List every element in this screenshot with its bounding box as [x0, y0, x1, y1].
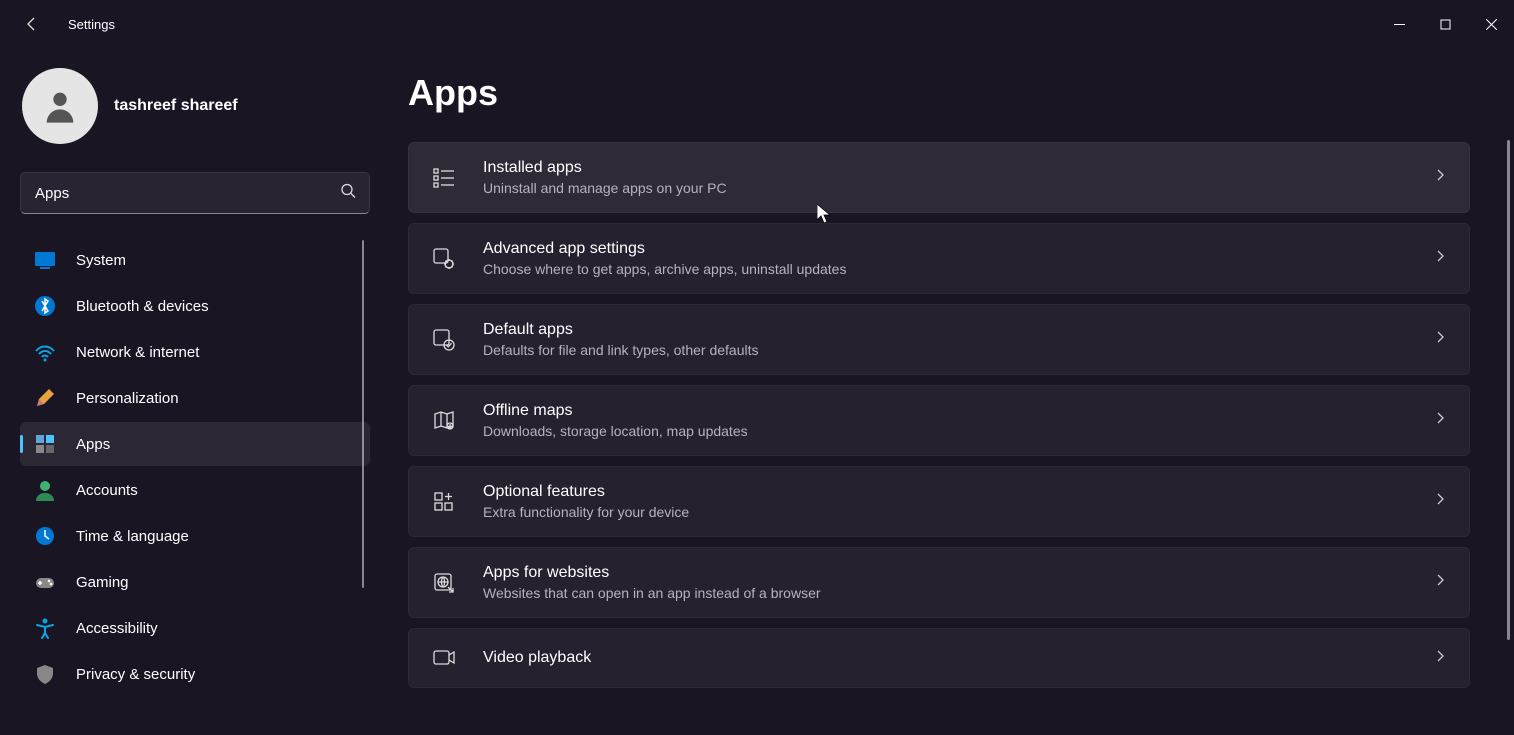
- sidebar: tashreef shareef System Bluetooth & devic…: [0, 48, 380, 735]
- card-text: Installed apps Uninstall and manage apps …: [483, 159, 1407, 196]
- bluetooth-icon: [34, 295, 56, 317]
- card-advanced[interactable]: Advanced app settings Choose where to get…: [408, 223, 1470, 294]
- accounts-icon: [34, 479, 56, 501]
- nav-item-gaming[interactable]: Gaming: [20, 560, 370, 604]
- nav-label: Accessibility: [76, 620, 158, 637]
- card-text: Default apps Defaults for file and link t…: [483, 321, 1407, 358]
- app-gear-icon: [431, 246, 457, 272]
- app-check-icon: [431, 327, 457, 353]
- chevron-right-icon: [1433, 411, 1447, 430]
- card-text: Optional features Extra functionality for…: [483, 483, 1407, 520]
- minimize-button[interactable]: [1376, 8, 1422, 40]
- nav-label: Accounts: [76, 482, 138, 499]
- card-optional[interactable]: Optional features Extra functionality for…: [408, 466, 1470, 537]
- cards-list: Installed apps Uninstall and manage apps …: [408, 142, 1482, 688]
- nav-item-network[interactable]: Network & internet: [20, 330, 370, 374]
- nav-item-system[interactable]: System: [20, 238, 370, 282]
- privacy-icon: [34, 663, 56, 685]
- search-icon: [340, 183, 356, 204]
- card-text: Apps for websites Websites that can open …: [483, 564, 1407, 601]
- chevron-right-icon: [1433, 573, 1447, 592]
- nav-item-accessibility[interactable]: Accessibility: [20, 606, 370, 650]
- card-offlinemaps[interactable]: Offline maps Downloads, storage location,…: [408, 385, 1470, 456]
- gaming-icon: [34, 571, 56, 593]
- card-video[interactable]: Video playback: [408, 628, 1470, 688]
- card-title: Advanced app settings: [483, 240, 1407, 258]
- nav-item-time[interactable]: Time & language: [20, 514, 370, 558]
- nav-label: System: [76, 252, 126, 269]
- network-icon: [34, 341, 56, 363]
- back-button[interactable]: [16, 8, 48, 40]
- user-profile[interactable]: tashreef shareef: [20, 68, 370, 144]
- close-button[interactable]: [1468, 8, 1514, 40]
- globe-arrow-icon: [431, 570, 457, 596]
- nav-label: Time & language: [76, 528, 189, 545]
- card-title: Video playback: [483, 649, 1407, 667]
- system-icon: [34, 249, 56, 271]
- card-text: Offline maps Downloads, storage location,…: [483, 402, 1407, 439]
- accessibility-icon: [34, 617, 56, 639]
- chevron-right-icon: [1433, 330, 1447, 349]
- card-desc: Websites that can open in an app instead…: [483, 585, 1407, 601]
- card-desc: Downloads, storage location, map updates: [483, 423, 1407, 439]
- card-title: Installed apps: [483, 159, 1407, 177]
- card-title: Apps for websites: [483, 564, 1407, 582]
- search-input[interactable]: [20, 172, 370, 214]
- nav-label: Personalization: [76, 390, 179, 407]
- card-desc: Defaults for file and link types, other …: [483, 342, 1407, 358]
- personalization-icon: [34, 387, 56, 409]
- card-title: Optional features: [483, 483, 1407, 501]
- time-icon: [34, 525, 56, 547]
- main-scrollbar[interactable]: [1507, 140, 1510, 640]
- nav-item-personalization[interactable]: Personalization: [20, 376, 370, 420]
- user-name: tashreef shareef: [114, 97, 238, 115]
- nav-item-privacy[interactable]: Privacy & security: [20, 652, 370, 696]
- nav-item-bluetooth[interactable]: Bluetooth & devices: [20, 284, 370, 328]
- card-desc: Choose where to get apps, archive apps, …: [483, 261, 1407, 277]
- app-plus-icon: [431, 489, 457, 515]
- map-icon: [431, 408, 457, 434]
- chevron-right-icon: [1433, 492, 1447, 511]
- main-content: Apps Installed apps Uninstall and manage …: [380, 48, 1514, 735]
- nav-label: Bluetooth & devices: [76, 298, 209, 315]
- avatar: [22, 68, 98, 144]
- apps-icon: [34, 433, 56, 455]
- card-appsforweb[interactable]: Apps for websites Websites that can open …: [408, 547, 1470, 618]
- card-desc: Extra functionality for your device: [483, 504, 1407, 520]
- chevron-right-icon: [1433, 168, 1447, 187]
- nav-item-accounts[interactable]: Accounts: [20, 468, 370, 512]
- video-icon: [431, 645, 457, 671]
- window-title: Settings: [68, 17, 115, 32]
- nav-label: Gaming: [76, 574, 129, 591]
- chevron-right-icon: [1433, 249, 1447, 268]
- nav-label: Privacy & security: [76, 666, 195, 683]
- card-text: Advanced app settings Choose where to get…: [483, 240, 1407, 277]
- card-text: Video playback: [483, 649, 1407, 667]
- nav-list: System Bluetooth & devices Network & inter…: [20, 238, 370, 696]
- list-icon: [431, 165, 457, 191]
- chevron-right-icon: [1433, 649, 1447, 668]
- nav-item-apps[interactable]: Apps: [20, 422, 370, 466]
- card-title: Offline maps: [483, 402, 1407, 420]
- card-installed[interactable]: Installed apps Uninstall and manage apps …: [408, 142, 1470, 213]
- nav-label: Apps: [76, 436, 110, 453]
- card-title: Default apps: [483, 321, 1407, 339]
- nav-label: Network & internet: [76, 344, 199, 361]
- card-desc: Uninstall and manage apps on your PC: [483, 180, 1407, 196]
- maximize-button[interactable]: [1422, 8, 1468, 40]
- page-title: Apps: [408, 72, 1482, 114]
- card-default[interactable]: Default apps Defaults for file and link t…: [408, 304, 1470, 375]
